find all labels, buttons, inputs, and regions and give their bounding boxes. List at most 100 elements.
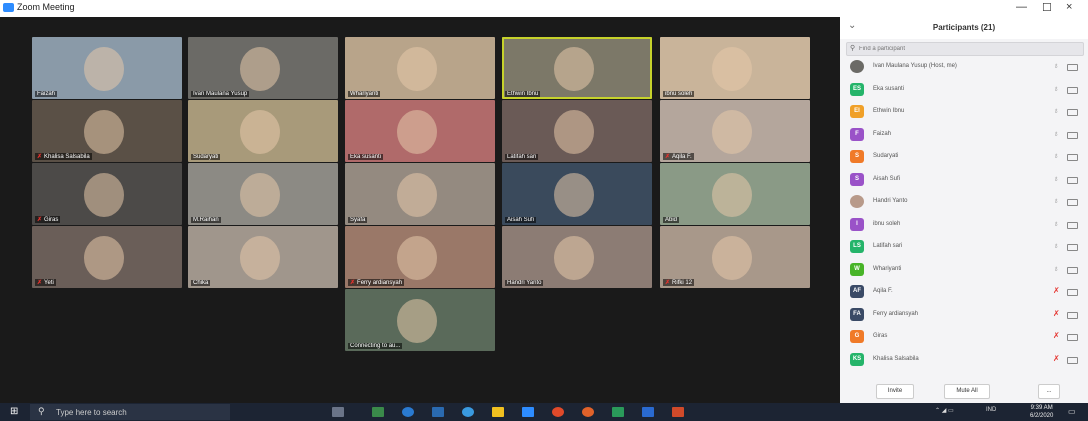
video-tile[interactable]: Eka susanti: [345, 100, 495, 162]
camera-icon[interactable]: [1067, 109, 1078, 116]
video-tile[interactable]: Syafa: [345, 163, 495, 225]
muted-mic-icon[interactable]: ✗: [1053, 354, 1060, 363]
camera-icon[interactable]: [1067, 131, 1078, 139]
input-language[interactable]: IND: [986, 407, 996, 413]
maximize-button[interactable]: ☐: [1042, 1, 1052, 14]
camera-icon[interactable]: [1067, 266, 1078, 274]
video-tile[interactable]: Handri Yanto: [502, 226, 652, 288]
participant-row[interactable]: KS Khalisa Salsabila ✗: [840, 350, 1088, 369]
participant-row[interactable]: Iibnu soleh ♁: [840, 215, 1088, 234]
participant-row[interactable]: S Sudaryati ♁: [840, 147, 1088, 166]
participant-row[interactable]: EI Ethwin Ibnu ♁: [840, 102, 1088, 121]
more-button[interactable]: ...: [1038, 384, 1060, 399]
mic-icon[interactable]: ♁: [1053, 106, 1059, 115]
mic-icon[interactable]: ♁: [1053, 61, 1059, 70]
mute-all-button[interactable]: Mute All: [944, 384, 990, 399]
participant-row[interactable]: AF Aqila F. ✗: [840, 282, 1088, 301]
mic-icon[interactable]: ♁: [1053, 219, 1059, 228]
video-tile[interactable]: Chika: [188, 226, 338, 288]
camera-icon[interactable]: [1067, 356, 1078, 364]
participant-row[interactable]: LS Latifah sari ♁: [840, 237, 1088, 256]
tile-name-text: M.Raihan: [193, 217, 219, 223]
video-tile[interactable]: M.Raihan: [188, 163, 338, 225]
word-icon[interactable]: [642, 407, 654, 417]
firefox-icon[interactable]: [582, 407, 594, 417]
powerpoint-icon[interactable]: [672, 407, 684, 417]
excel-icon[interactable]: [612, 407, 624, 417]
mic-icon[interactable]: ♁: [1053, 241, 1059, 250]
participants-title: Participants (21): [932, 23, 996, 32]
mic-icon[interactable]: ♁: [1053, 129, 1059, 138]
camera-icon[interactable]: [1067, 244, 1078, 251]
camera-icon[interactable]: [1067, 176, 1078, 184]
file-explorer-icon[interactable]: [492, 407, 504, 417]
camera-icon[interactable]: [1067, 221, 1078, 229]
participant-row[interactable]: W Whariyanti ♁: [840, 260, 1088, 279]
participant-row[interactable]: Ivan Maulana Yusup (Host, me) ♁: [840, 57, 1088, 76]
mic-icon[interactable]: ♁: [1053, 264, 1059, 273]
camera-icon[interactable]: [1067, 311, 1078, 319]
zoom-taskbar-icon[interactable]: [522, 407, 534, 417]
clock-time: 9:39 AM: [1030, 405, 1053, 411]
mic-icon[interactable]: ♁: [1053, 151, 1059, 160]
edge-browser-icon[interactable]: [402, 407, 414, 417]
taskbar-search[interactable]: ⚲ Type here to search: [30, 404, 230, 420]
video-tile[interactable]: Connecting to au...: [345, 289, 495, 351]
video-tile[interactable]: ✗ Khalisa Salsabila: [32, 100, 182, 162]
camera-icon[interactable]: [1067, 334, 1078, 341]
video-tile[interactable]: Abid: [660, 163, 810, 225]
camera-icon[interactable]: [1067, 154, 1078, 161]
mic-icon[interactable]: ♁: [1053, 84, 1059, 93]
store-icon[interactable]: [372, 407, 384, 417]
participant-row[interactable]: FA Ferry ardiansyah ✗: [840, 305, 1088, 324]
video-tile[interactable]: Sudaryati: [188, 100, 338, 162]
video-tile[interactable]: ✗ Ferry ardiansyah: [345, 226, 495, 288]
camera-icon[interactable]: [1067, 289, 1078, 296]
participant-video: [84, 173, 124, 217]
camera-icon[interactable]: [1067, 64, 1078, 71]
participant-search-input[interactable]: [859, 43, 1079, 55]
participant-name: Whariyanti: [873, 265, 902, 272]
windows-start-icon[interactable]: ⊞: [10, 407, 20, 417]
chrome-icon[interactable]: [552, 407, 564, 417]
task-view-icon[interactable]: [332, 407, 344, 417]
camera-icon[interactable]: [1067, 86, 1078, 94]
muted-mic-icon: ✗: [665, 280, 671, 286]
video-tile[interactable]: ✗ Rifki 12: [660, 226, 810, 288]
tray-icons[interactable]: ⌃ ◢ ▭: [935, 407, 954, 414]
muted-mic-icon[interactable]: ✗: [1053, 331, 1060, 340]
video-tile[interactable]: ✗ Giras: [32, 163, 182, 225]
mail-icon[interactable]: [432, 407, 444, 417]
notifications-icon[interactable]: ▭: [1068, 407, 1076, 416]
tile-name-text: Chika: [193, 280, 209, 286]
mic-icon[interactable]: ♁: [1053, 196, 1059, 205]
camera-icon[interactable]: [1067, 199, 1078, 206]
video-tile[interactable]: Aisah Sufi: [502, 163, 652, 225]
participant-row[interactable]: Handri Yanto ♁: [840, 192, 1088, 211]
minimize-button[interactable]: —: [1016, 1, 1027, 13]
tile-name-label: Latifah sari: [505, 154, 539, 160]
participant-search[interactable]: ⚲: [846, 42, 1084, 56]
muted-mic-icon[interactable]: ✗: [1053, 286, 1060, 295]
video-tile[interactable]: Ivan Maulana Yusup: [188, 37, 338, 99]
participant-video: [712, 236, 752, 280]
participant-row[interactable]: S Aisah Sufi ♁: [840, 170, 1088, 189]
participant-row[interactable]: G Giras ✗: [840, 327, 1088, 346]
participant-video: [84, 110, 124, 154]
video-tile[interactable]: ✗ Aqila F.: [660, 100, 810, 162]
participant-video: [397, 47, 437, 91]
invite-button[interactable]: Invite: [876, 384, 914, 399]
participant-row[interactable]: ES Eka susanti ♁: [840, 80, 1088, 99]
video-tile[interactable]: Ethwin Ibnu: [502, 37, 652, 99]
video-tile[interactable]: ibnu soleh: [660, 37, 810, 99]
video-tile[interactable]: Faizah: [32, 37, 182, 99]
app-icon[interactable]: [462, 407, 474, 417]
muted-mic-icon[interactable]: ✗: [1053, 309, 1060, 318]
video-tile[interactable]: Whariyanti: [345, 37, 495, 99]
mic-icon[interactable]: ♁: [1053, 174, 1059, 183]
video-tile[interactable]: ✗ Yeti: [32, 226, 182, 288]
close-button[interactable]: ×: [1066, 1, 1072, 13]
taskbar-clock[interactable]: 9:39 AM 6/2/2020: [1030, 404, 1053, 420]
video-tile[interactable]: Latifah sari: [502, 100, 652, 162]
participant-row[interactable]: F Faizah ♁: [840, 125, 1088, 144]
